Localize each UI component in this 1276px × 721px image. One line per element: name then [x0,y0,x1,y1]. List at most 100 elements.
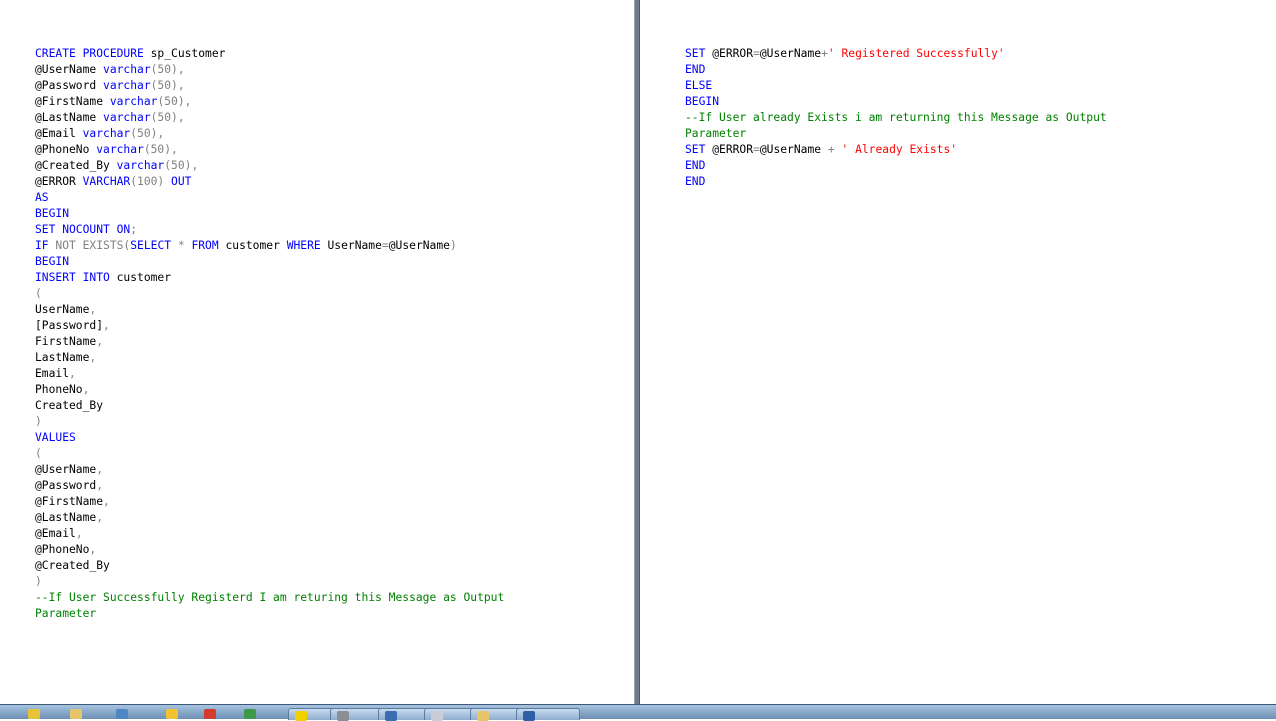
code-token-keyword: END [685,175,706,188]
code-line: @Email, [35,526,504,542]
code-token-keyword: ELSE [685,79,713,92]
code-token-string: ' Already Exists' [841,143,958,156]
code-line: ( [35,446,504,462]
code-token-operator: (100) [130,175,172,188]
code-token-comment: Parameter [35,607,97,620]
excel-icon [244,709,256,719]
code-line: @Created_By varchar(50), [35,158,504,174]
code-editor-left[interactable]: CREATE PROCEDURE sp_Customer @UserName va… [35,46,504,622]
code-token-operator: (50), [157,95,192,108]
code-token-keyword: IF [35,239,56,252]
code-token-identifier: @Created_By [35,559,110,572]
document-icon [431,711,443,721]
code-line: BEGIN [35,254,504,270]
code-line: @PhoneNo, [35,542,504,558]
code-line: PhoneNo, [35,382,504,398]
code-editor-right[interactable]: SET @ERROR=@UserName+' Registered Succes… [685,46,1107,190]
code-line: END [685,158,1107,174]
code-line: @ERROR VARCHAR(100) OUT [35,174,504,190]
code-token-operator: * [177,239,192,252]
code-token-operator: ( [35,287,42,300]
code-token-operator: ; [130,223,138,236]
editor-pane-left[interactable]: CREATE PROCEDURE sp_Customer @UserName va… [0,0,634,704]
editor-pane-right[interactable]: SET @ERROR=@UserName+' Registered Succes… [640,0,1276,704]
code-token-keyword: VARCHAR [82,175,131,188]
code-token-operator: , [89,351,97,364]
chrome-icon [204,709,216,719]
code-line: @PhoneNo varchar(50), [35,142,504,158]
taskbar-button[interactable] [166,709,178,720]
code-token-keyword: SET [685,47,713,60]
code-line: @FirstName varchar(50), [35,94,504,110]
code-token-keyword: SELECT [130,239,178,252]
taskbar-button[interactable] [516,708,580,721]
code-line: ) [35,414,504,430]
code-line: Parameter [685,126,1107,142]
code-token-identifier: @Password [35,479,97,492]
code-token-identifier: customer [225,239,287,252]
code-token-keyword: OUT [171,175,192,188]
taskbar-button[interactable] [116,709,128,720]
taskbar-button[interactable] [70,709,82,720]
code-token-operator: , [69,367,76,380]
code-token-operator: (50), [164,159,199,172]
code-line: @UserName varchar(50), [35,62,504,78]
code-token-operator: ( [35,447,42,460]
code-token-operator: ) [35,575,42,588]
taskbar-button[interactable] [28,709,40,720]
code-token-keyword: varchar [116,159,165,172]
code-token-identifier: Created_By [35,399,104,412]
code-line: BEGIN [685,94,1107,110]
code-token-identifier: @Password [35,79,104,92]
code-line: INSERT INTO customer [35,270,504,286]
code-token-operator: (50), [150,111,185,124]
code-token-keyword: VALUES [35,431,76,444]
code-token-operator: ) [449,239,457,252]
code-token-identifier: UserName [35,303,90,316]
code-line: SET @ERROR=@UserName + ' Already Exists' [685,142,1107,158]
code-line: [Password], [35,318,504,334]
code-token-keyword: varchar [103,111,151,124]
code-line: LastName, [35,350,504,366]
code-line: Parameter [35,606,504,622]
code-token-string: ' Registered Successfully' [827,47,1005,60]
code-token-operator: = [753,47,760,60]
code-token-keyword: END [685,63,706,76]
code-token-operator: , [103,495,110,508]
code-token-comment: --If User already Exists i am returning … [685,111,1107,124]
code-token-identifier: @UserName [35,463,97,476]
code-token-identifier: @ERROR [712,47,754,60]
code-token-operator: , [89,543,97,556]
code-token-keyword: INSERT INTO [35,271,117,284]
code-line: END [685,62,1107,78]
code-token-identifier: @LastName [35,111,104,124]
code-token-operator: , [96,335,104,348]
code-line: @LastName varchar(50), [35,110,504,126]
code-token-operator: NOT EXISTS( [55,239,131,252]
window-icon [523,711,535,721]
code-token-identifier: FirstName [35,335,97,348]
code-line: AS [35,190,504,206]
code-token-keyword: END [685,159,706,172]
code-token-keyword: BEGIN [35,255,70,268]
code-token-keyword: AS [35,191,49,204]
code-token-identifier: @UserName [35,63,104,76]
taskbar [0,704,1276,721]
code-token-keyword: BEGIN [685,95,720,108]
star-icon [166,709,178,719]
code-token-identifier: @Email [35,127,83,140]
code-line: Created_By [35,398,504,414]
code-token-operator: (50), [143,143,178,156]
code-token-operator: , [75,527,83,540]
code-token-identifier: UserName [327,239,382,252]
code-token-identifier: @Email [35,527,76,540]
code-token-identifier: @LastName [35,511,97,524]
taskbar-button[interactable] [204,709,216,720]
taskbar-button[interactable] [244,709,256,720]
code-line: VALUES [35,430,504,446]
code-line: @Password, [35,478,504,494]
code-token-keyword: SET [685,143,713,156]
code-token-operator: , [96,479,104,492]
app-icon [116,709,128,719]
code-token-keyword: FROM [191,239,226,252]
